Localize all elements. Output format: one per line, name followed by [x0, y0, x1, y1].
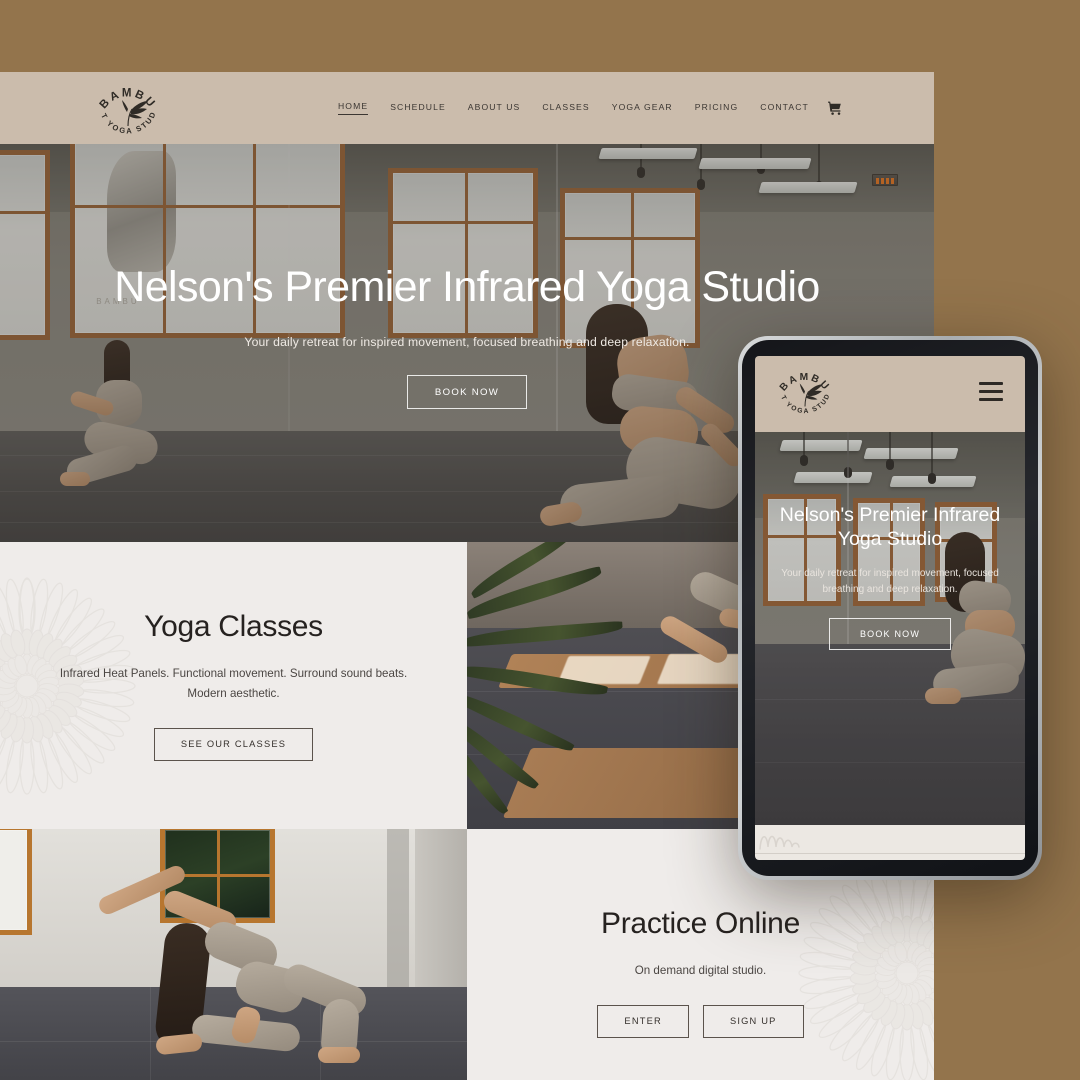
yoga-classes-actions: SEE OUR CLASSES [153, 727, 314, 761]
see-our-classes-button[interactable]: SEE OUR CLASSES [153, 727, 314, 761]
screenshot-stage: BAMBU HOT YOGA STUDIO HOME S [0, 0, 1080, 1080]
nav-item-yoga-gear[interactable]: YOGA GEAR [612, 102, 673, 115]
svg-text:BAMBU: BAMBU [778, 372, 832, 394]
practice-online-title: Practice Online [601, 907, 800, 941]
tablet-device-mockup: BAMBU HOT YOGA STUDIO [738, 336, 1042, 880]
hero-title: Nelson's Premier Infrared Yoga Studio [114, 263, 820, 311]
bamboo-leaf-icon: BAMBU HOT YOGA STUDIO [770, 357, 832, 415]
nav-item-contact[interactable]: CONTACT [760, 102, 809, 115]
tablet-footer-strip [755, 825, 1025, 860]
tablet-bezel: BAMBU HOT YOGA STUDIO [742, 340, 1038, 876]
tablet-hero-section: Nelson's Premier Infrared Yoga Studio Yo… [755, 432, 1025, 825]
tablet-screen: BAMBU HOT YOGA STUDIO [755, 356, 1025, 860]
nav-item-home[interactable]: HOME [338, 101, 369, 115]
nav-item-pricing[interactable]: PRICING [695, 102, 739, 115]
mandala-watermark-icon [798, 863, 934, 1080]
hero-book-now-button[interactable]: BOOK NOW [407, 375, 527, 409]
nav-item-about-us[interactable]: ABOUT US [468, 102, 521, 115]
tablet-hero-title: Nelson's Premier Infrared Yoga Studio [779, 504, 1001, 550]
tablet-frame: BAMBU HOT YOGA STUDIO [738, 336, 1042, 880]
practice-online-actions: ENTER SIGN UP [597, 1004, 804, 1038]
main-navigation: HOME SCHEDULE ABOUT US CLASSES YOGA GEAR… [338, 72, 809, 144]
tablet-brand-logo[interactable]: BAMBU HOT YOGA STUDIO [770, 357, 837, 426]
yoga-classes-body: Infrared Heat Panels. Functional movemen… [59, 667, 408, 700]
practice-online-body: On demand digital studio. [634, 964, 767, 978]
shopping-cart-icon[interactable] [827, 100, 843, 116]
practice-online-image [0, 829, 467, 1080]
hamburger-menu-icon[interactable] [979, 382, 1003, 401]
tablet-hero-subtitle: Your daily retreat for inspired movement… [781, 567, 999, 595]
yoga-classes-text-panel: Yoga Classes Infrared Heat Panels. Funct… [0, 542, 467, 829]
sign-up-button[interactable]: SIGN UP [702, 1004, 804, 1038]
brand-logo[interactable]: BAMBU HOT YOGA STUDIO [92, 76, 164, 148]
squiggle-line-icon [759, 835, 800, 850]
enter-button[interactable]: ENTER [597, 1004, 689, 1038]
yoga-classes-title: Yoga Classes [144, 610, 323, 644]
bamboo-leaf-icon: BAMBU HOT YOGA STUDIO [92, 76, 159, 136]
nav-item-schedule[interactable]: SCHEDULE [390, 102, 446, 115]
site-header: BAMBU HOT YOGA STUDIO HOME S [0, 72, 934, 144]
tablet-hero-content: Nelson's Premier Infrared Yoga Studio Yo… [755, 504, 1025, 650]
tablet-site-header: BAMBU HOT YOGA STUDIO [755, 356, 1025, 432]
svg-text:BAMBU: BAMBU [98, 87, 159, 111]
nav-item-classes[interactable]: CLASSES [542, 102, 589, 115]
tablet-book-now-button[interactable]: BOOK NOW [829, 617, 951, 650]
